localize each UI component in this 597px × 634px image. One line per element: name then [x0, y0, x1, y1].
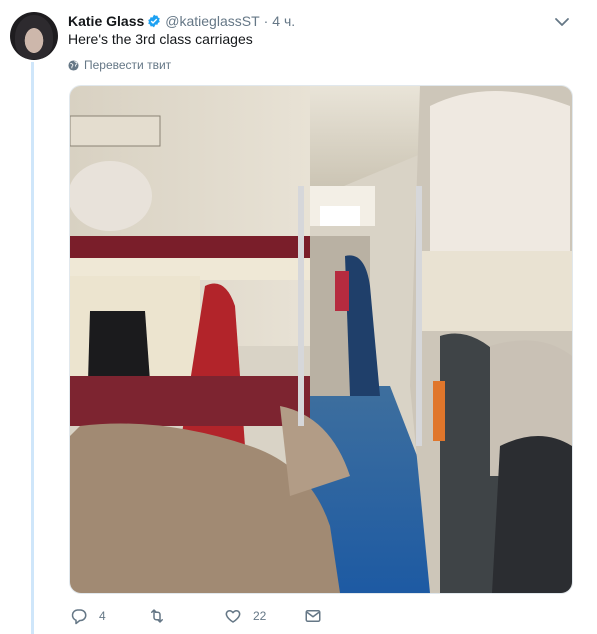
thread-line	[31, 62, 34, 634]
reply-icon	[71, 609, 87, 625]
globe-icon	[68, 59, 79, 71]
tweet-timestamp[interactable]: 4 ч.	[272, 13, 295, 29]
author-handle[interactable]: @katieglassST	[165, 13, 259, 29]
translate-label: Перевести твит	[84, 58, 172, 72]
author-name[interactable]: Katie Glass	[68, 13, 144, 29]
chevron-down-icon[interactable]	[553, 14, 571, 30]
separator-dot: ·	[263, 13, 269, 29]
tweet-actions: 4 22	[70, 606, 322, 626]
envelope-icon	[305, 610, 321, 622]
retweet-button[interactable]	[148, 607, 224, 625]
heart-icon	[225, 610, 241, 623]
like-button[interactable]: 22	[224, 607, 304, 625]
reply-count: 4	[99, 609, 106, 623]
like-count: 22	[253, 609, 267, 623]
verified-badge-icon	[148, 14, 161, 28]
retweet-icon	[151, 609, 163, 623]
train-carriage-image	[70, 86, 572, 593]
tweet-header: Katie Glass @katieglassST · 4 ч.	[68, 11, 577, 31]
avatar[interactable]	[10, 12, 58, 60]
translate-tweet-link[interactable]: Перевести твит	[68, 58, 171, 72]
tweet-text: Here's the 3rd class carriages	[68, 31, 253, 47]
reply-button[interactable]: 4	[70, 607, 148, 625]
direct-message-button[interactable]	[304, 607, 322, 625]
tweet-photo[interactable]	[69, 85, 573, 594]
